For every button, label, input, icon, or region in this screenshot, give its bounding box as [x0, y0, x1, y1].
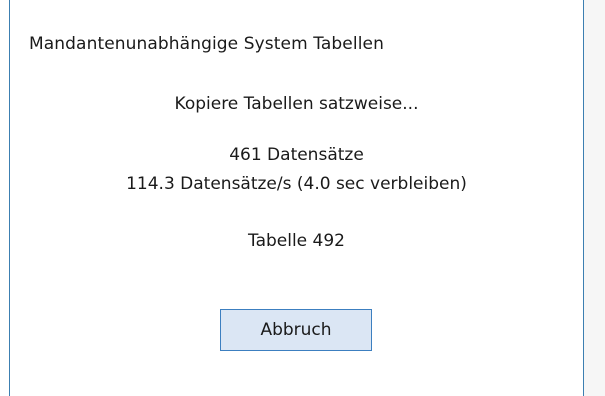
screen: Mandantenunabhängige System Tabellen Kop…	[0, 0, 605, 396]
cancel-button[interactable]: Abbruch	[220, 309, 372, 351]
records-count: 461 Datensätze	[229, 145, 364, 165]
status-text: Kopiere Tabellen satzweise...	[174, 94, 419, 114]
background-strip	[584, 0, 605, 396]
current-table: Tabelle 492	[248, 231, 345, 251]
progress-dialog: Mandantenunabhängige System Tabellen Kop…	[9, 0, 584, 396]
dialog-title: Mandantenunabhängige System Tabellen	[29, 34, 384, 54]
rate-text: 114.3 Datensätze/s (4.0 sec verbleiben)	[126, 174, 467, 194]
